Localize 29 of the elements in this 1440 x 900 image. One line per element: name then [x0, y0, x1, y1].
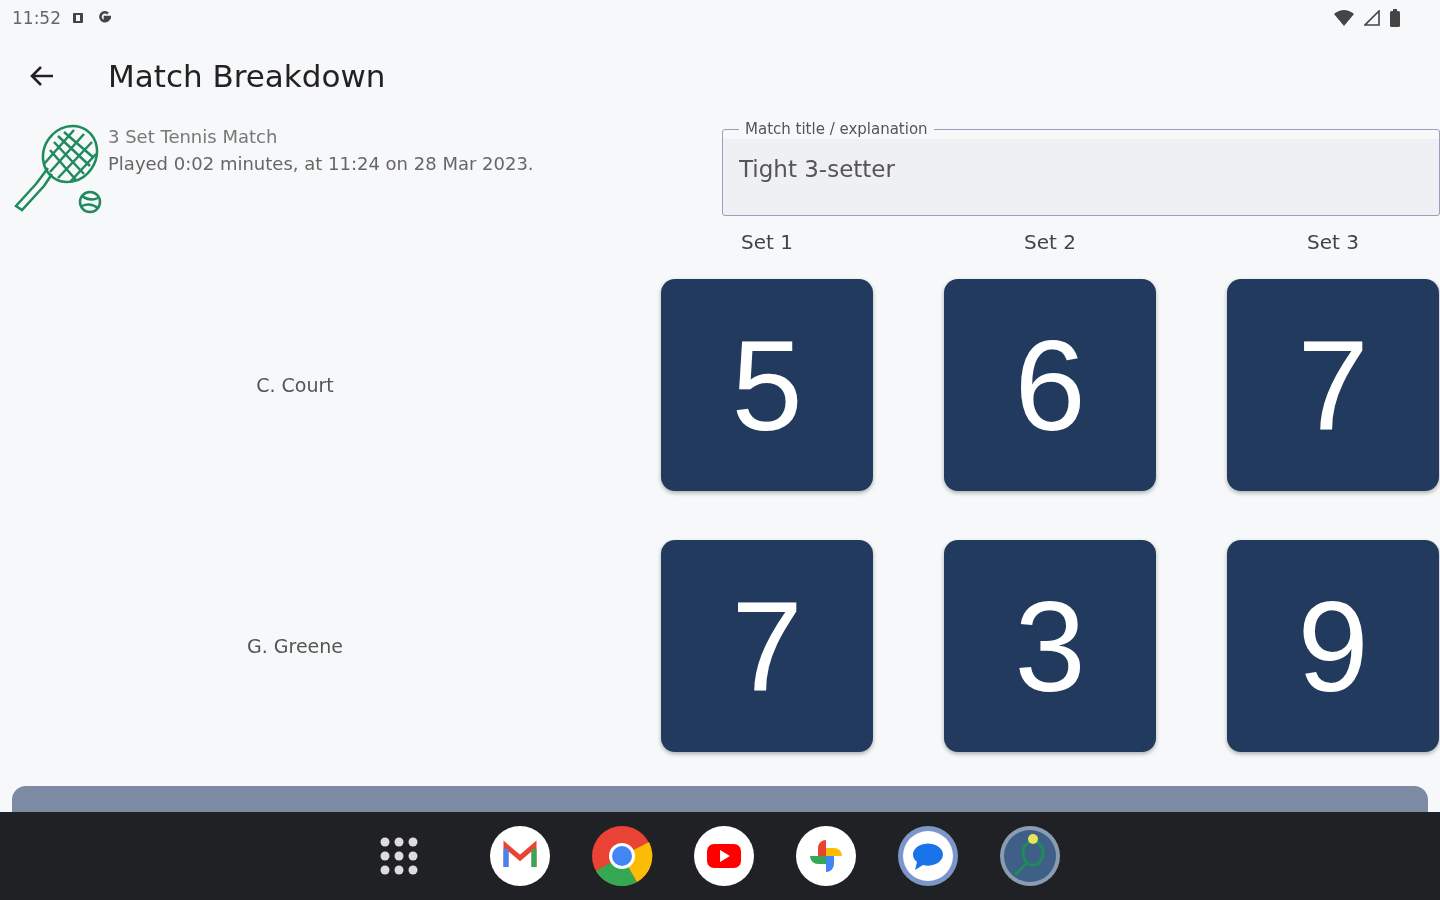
player-name: C. Court: [256, 374, 334, 396]
score-tile[interactable]: 6: [944, 279, 1156, 491]
browser-app-icon[interactable]: [591, 825, 653, 887]
video-app-icon[interactable]: [693, 825, 755, 887]
set-header: Set 2: [1023, 230, 1077, 256]
tennis-app-icon[interactable]: [999, 825, 1061, 887]
mail-app-icon[interactable]: [489, 825, 551, 887]
chat-app-icon[interactable]: [897, 825, 959, 887]
score-tile[interactable]: 5: [661, 279, 873, 491]
app-drawer-icon[interactable]: [379, 836, 419, 876]
title-input[interactable]: Tight 3-setter: [739, 154, 1423, 184]
match-title-field[interactable]: Match title / explanation Tight 3-setter: [722, 120, 1440, 216]
score-tile[interactable]: 3: [944, 540, 1156, 752]
set-header: Set 3: [1306, 230, 1360, 256]
signal-icon: [1364, 10, 1380, 26]
score-tile[interactable]: 9: [1227, 540, 1439, 752]
pinwheel-app-icon[interactable]: [795, 825, 857, 887]
set-header: Set 1: [740, 230, 794, 256]
player-name: G. Greene: [247, 635, 343, 657]
score-tile[interactable]: 7: [1227, 279, 1439, 491]
screen-title: Match Breakdown: [108, 58, 386, 94]
match-details: Played 0:02 minutes, at 11:24 on 28 Mar 2023.: [108, 153, 534, 174]
battery-icon: [1390, 9, 1400, 27]
notification-icon: [71, 11, 85, 25]
field-label: Match title / explanation: [744, 120, 929, 138]
status-time: 11:52: [12, 8, 61, 28]
match-type: 3 Set Tennis Match: [108, 126, 279, 147]
wifi-icon: [1334, 10, 1354, 26]
score-tile[interactable]: 7: [661, 540, 873, 752]
